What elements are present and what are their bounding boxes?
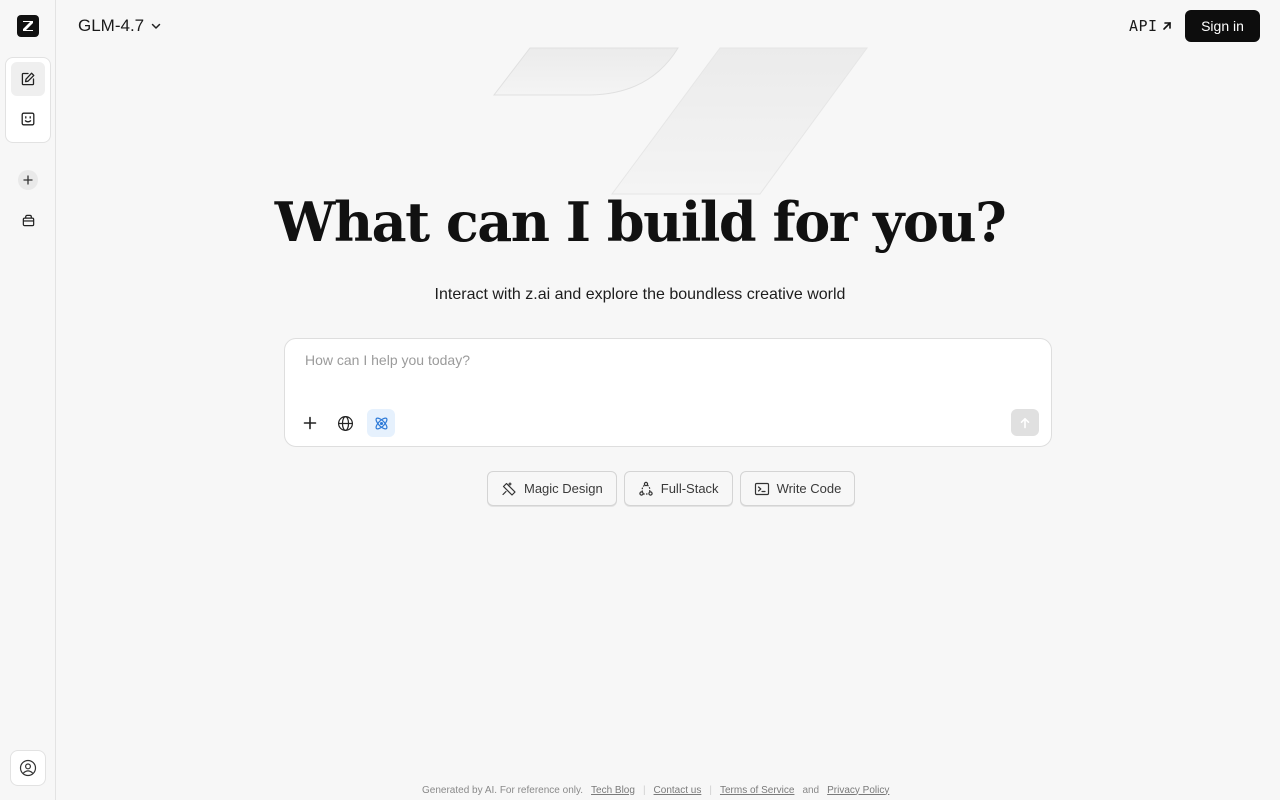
sidebar: [0, 0, 56, 800]
z-logo-icon[interactable]: [17, 15, 39, 37]
new-chat-button[interactable]: [11, 62, 45, 96]
chat-input[interactable]: [305, 352, 1025, 392]
plus-icon: [303, 416, 317, 430]
add-button[interactable]: [18, 170, 38, 190]
chip-write-code[interactable]: Write Code: [739, 471, 856, 506]
model-selector[interactable]: GLM-4.7: [78, 14, 162, 38]
send-button[interactable]: [1011, 409, 1039, 436]
api-link[interactable]: API: [1129, 15, 1173, 37]
globe-icon: [337, 415, 353, 431]
footer-link-contact[interactable]: Contact us: [654, 785, 702, 796]
plus-icon: [23, 175, 33, 185]
chevron-down-icon: [151, 23, 161, 29]
footer-divider: |: [709, 784, 712, 796]
footer-divider: |: [642, 784, 646, 796]
footer-link-tech-blog[interactable]: Tech Blog: [591, 785, 635, 796]
chat-input-box: [284, 338, 1052, 447]
footer: Generated by AI. For reference only. Tec…: [422, 783, 889, 797]
chip-full-stack[interactable]: Full-Stack: [623, 471, 733, 506]
arrow-up-right-icon: [1162, 22, 1171, 30]
terminal-icon: [754, 482, 769, 495]
page-title: What can I build for you?: [56, 190, 1280, 254]
sidebar-tool-group: [5, 57, 51, 143]
model-name: GLM-4.7: [78, 16, 145, 35]
attach-button[interactable]: [296, 409, 324, 437]
agent-button[interactable]: [11, 102, 45, 136]
page-title-text: What can I build for you?: [274, 190, 1007, 254]
magic-design-icon: [502, 481, 516, 496]
web-search-button[interactable]: [331, 409, 359, 437]
deep-think-button[interactable]: [367, 409, 395, 437]
page-subtitle-text: Interact with z.ai and explore the bound…: [434, 286, 846, 303]
atom-icon: [374, 416, 388, 430]
chip-label: Magic Design: [524, 481, 603, 496]
sign-in-button[interactable]: Sign in: [1185, 10, 1260, 42]
full-stack-icon: [639, 481, 653, 496]
library-button[interactable]: [14, 206, 42, 234]
page-subtitle: Interact with z.ai and explore the bound…: [56, 286, 1280, 304]
chip-label: Full-Stack: [660, 481, 719, 496]
bag-icon: [22, 214, 34, 226]
edit-icon: [21, 72, 35, 86]
arrow-up-icon: [1020, 417, 1030, 428]
chip-label: Write Code: [776, 481, 842, 496]
user-circle-icon: [19, 759, 37, 777]
chip-magic-design[interactable]: Magic Design: [487, 471, 617, 506]
profile-button[interactable]: [10, 750, 46, 786]
footer-and: and: [802, 784, 820, 796]
robot-face-icon: [21, 112, 35, 126]
suggestion-chips: Magic Design Full-Stack Write Code: [487, 471, 856, 506]
background-logo-decor: [492, 47, 868, 195]
footer-disclaimer: Generated by AI. For reference only.: [422, 784, 584, 796]
footer-link-privacy[interactable]: Privacy Policy: [827, 785, 889, 796]
footer-link-terms[interactable]: Terms of Service: [720, 785, 794, 796]
api-label: API: [1129, 17, 1158, 35]
